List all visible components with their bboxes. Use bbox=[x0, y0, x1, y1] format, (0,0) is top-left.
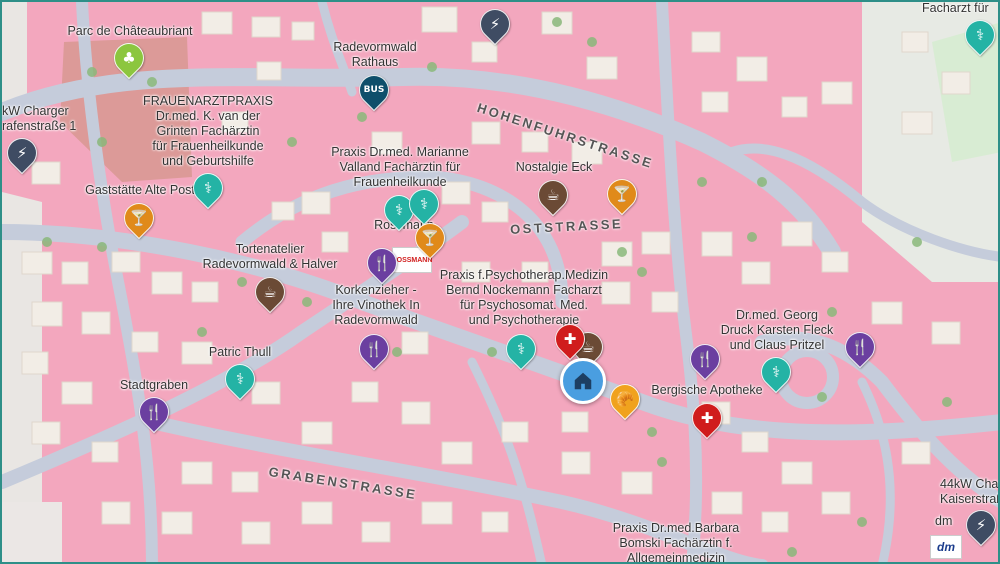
label-charger-right: 44kW Char Kaiserstraße bbox=[940, 477, 1000, 506]
stethoscope-icon: ⚕ bbox=[771, 363, 781, 381]
bakery-icon: 🥐 bbox=[615, 390, 635, 408]
stethoscope-icon: ⚕ bbox=[419, 195, 429, 213]
cutlery-icon: 🍴 bbox=[144, 403, 164, 421]
poi-doctor-top-right[interactable]: ⚕ bbox=[958, 13, 998, 57]
poi-restaurant-right[interactable]: 🍴 bbox=[838, 325, 882, 369]
label-patric: Patric Thull bbox=[208, 345, 272, 359]
poi-park[interactable]: ♣ bbox=[107, 36, 151, 80]
label-rathaus: Radevormwald Rathaus bbox=[333, 40, 417, 69]
home-location-marker[interactable] bbox=[560, 358, 606, 404]
label-facharzt-top: Facharzt für bbox=[922, 1, 989, 15]
pharmacy-icon: ✚ bbox=[563, 330, 577, 348]
stethoscope-icon: ⚕ bbox=[203, 179, 213, 197]
charger-icon: ⚡ bbox=[16, 144, 28, 162]
poi-charger-right[interactable]: ⚡ bbox=[959, 503, 998, 547]
label-apotheke: Bergische Apotheke bbox=[651, 383, 763, 397]
charger-icon: ⚡ bbox=[975, 516, 987, 534]
map-canvas[interactable]: HOHENFUHRSTRASSE OSTSTRASSE GRABENSTRASS… bbox=[0, 0, 1000, 564]
cutlery-icon: 🍴 bbox=[850, 338, 870, 356]
poi-pharmacy-bergische[interactable]: ✚ bbox=[685, 396, 729, 440]
stethoscope-icon: ⚕ bbox=[516, 340, 526, 358]
coffee-icon: ☕ bbox=[546, 186, 560, 204]
poi-doctor-patric[interactable]: ⚕ bbox=[218, 357, 262, 401]
poi-restaurant-korkenzieher[interactable]: 🍴 bbox=[352, 327, 396, 371]
label-stadtgraben: Stadtgraben bbox=[119, 378, 189, 392]
poi-doctor-frauenarzt[interactable]: ⚕ bbox=[186, 166, 230, 210]
poi-bar-alte-post[interactable]: 🍸 bbox=[117, 196, 161, 240]
poi-cafe-torten[interactable]: ☕ bbox=[248, 270, 292, 314]
label-korkenzieher: Korkenzieher - Ihre Vinothek In Radevorm… bbox=[332, 283, 420, 327]
label-gaststaette: Gaststätte Alte Post bbox=[85, 183, 195, 197]
label-bomski: Praxis Dr.med.Barbara Bomski Fachärztin … bbox=[612, 521, 740, 564]
cutlery-icon: 🍴 bbox=[695, 350, 715, 368]
poi-doctor-nockemann[interactable]: ⚕ bbox=[499, 327, 543, 371]
label-parc: Parc de Châteaubriant bbox=[67, 24, 193, 38]
label-nostalgie: Nostalgie Eck bbox=[515, 160, 593, 174]
cutlery-icon: 🍴 bbox=[372, 254, 392, 272]
poi-pharmacy-nockemann[interactable]: ✚ bbox=[548, 317, 592, 361]
poi-bakery[interactable]: 🥐 bbox=[603, 377, 647, 421]
stethoscope-icon: ⚕ bbox=[235, 370, 245, 388]
poi-bar-nostalgie[interactable]: 🍸 bbox=[600, 172, 644, 216]
charger-icon: ⚡ bbox=[489, 15, 501, 33]
poi-doctor-valland-2[interactable]: ⚕ bbox=[402, 182, 446, 226]
poi-restaurant-druck[interactable]: 🍴 bbox=[683, 337, 727, 381]
label-valland: Praxis Dr.med. Marianne Valland Fachärzt… bbox=[331, 145, 469, 189]
poi-bus[interactable]: BUS bbox=[352, 68, 396, 112]
cutlery-icon: 🍴 bbox=[364, 340, 384, 358]
poi-bar-rossmann[interactable]: 🍸 bbox=[408, 216, 452, 260]
home-icon bbox=[574, 372, 592, 390]
cocktail-icon: 🍸 bbox=[612, 185, 632, 203]
bus-icon: BUS bbox=[363, 85, 385, 95]
dm-logo[interactable]: dm bbox=[930, 535, 962, 559]
label-charger-left: kW Charger rafenstraße 1 bbox=[2, 104, 77, 133]
poi-restaurant-stadtgraben[interactable]: 🍴 bbox=[132, 390, 176, 434]
label-nockemann: Praxis f.Psychotherap.Medizin Bernd Nock… bbox=[439, 268, 609, 327]
poi-charger-left[interactable]: ⚡ bbox=[2, 131, 44, 175]
cocktail-icon: 🍸 bbox=[129, 209, 149, 227]
poi-cafe-nostalgie[interactable]: ☕ bbox=[531, 173, 575, 217]
poi-doctor-druck[interactable]: ⚕ bbox=[754, 350, 798, 394]
label-frauenarzt: FRAUENARZTPRAXIS Dr.med. K. van der Grin… bbox=[143, 94, 273, 168]
label-dm: dm bbox=[935, 514, 953, 528]
label-tortenatelier: Tortenatelier Radevormwald & Halver bbox=[202, 242, 338, 271]
label-druck: Dr.med. Georg Druck Karsten Fleck und Cl… bbox=[720, 308, 834, 352]
coffee-icon: ☕ bbox=[263, 283, 277, 301]
stethoscope-icon: ⚕ bbox=[975, 26, 985, 44]
cocktail-icon: 🍸 bbox=[420, 229, 440, 247]
poi-charger-top[interactable]: ⚡ bbox=[473, 2, 517, 46]
poi-restaurant-rossmann[interactable]: 🍴 bbox=[360, 241, 404, 285]
tree-icon: ♣ bbox=[122, 49, 136, 67]
pharmacy-icon: ✚ bbox=[700, 409, 714, 427]
